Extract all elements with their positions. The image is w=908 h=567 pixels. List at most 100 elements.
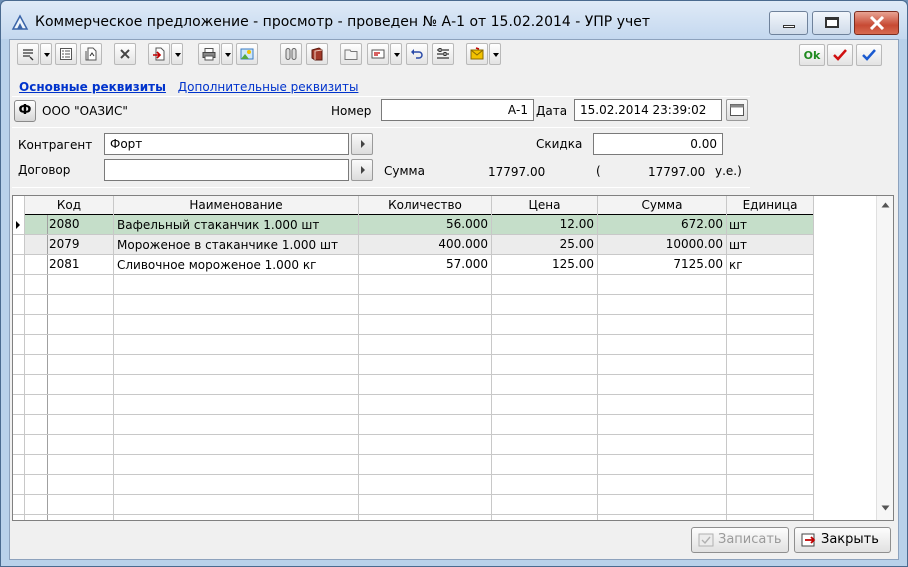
preview-button[interactable] [236, 43, 258, 65]
blue-check-icon [862, 49, 876, 61]
grid-row-line [13, 294, 813, 295]
cell-sum: 672.00 [681, 217, 723, 231]
grid-col-line [113, 196, 114, 520]
tab-extra-details[interactable]: Дополнительные реквизиты [178, 80, 359, 94]
chevron-down-icon [394, 53, 400, 57]
discount-label: Скидка [536, 137, 583, 151]
journal-button[interactable] [55, 43, 77, 65]
contract-select-button[interactable] [351, 159, 373, 181]
list-menu-icon [23, 49, 34, 61]
delete-icon [120, 49, 130, 59]
document-form: Ok Основные реквизиты Дополнительные рек… [9, 39, 899, 560]
chevron-down-icon [175, 53, 181, 57]
cell-code: 2080 [49, 217, 80, 231]
delete-button[interactable] [114, 43, 136, 65]
enter-doc-icon [153, 47, 165, 61]
post-button[interactable] [827, 44, 853, 66]
send-dropdown[interactable] [489, 43, 501, 65]
red-check-icon [833, 49, 847, 61]
send-button[interactable] [466, 43, 488, 65]
card-dropdown[interactable] [390, 43, 402, 65]
copy-button[interactable] [80, 43, 102, 65]
card-icon [371, 49, 385, 59]
maximize-button[interactable] [812, 11, 851, 35]
title-bar[interactable]: Коммерческое предложение - просмотр - пр… [1, 1, 907, 39]
sum-label: Сумма [384, 164, 425, 178]
date-picker-button[interactable] [726, 99, 748, 121]
document-window: Коммерческое предложение - просмотр - пр… [0, 0, 908, 567]
folder-button[interactable] [340, 43, 362, 65]
chevron-down-icon [44, 53, 50, 57]
actions-dropdown[interactable] [40, 43, 52, 65]
column-header-name[interactable]: Наименование [114, 196, 358, 214]
enter-on-basis-button[interactable] [148, 43, 170, 65]
toolbar: Ok [10, 40, 898, 70]
column-header-price[interactable]: Цена [492, 196, 597, 214]
exit-icon [801, 533, 816, 547]
divider [12, 127, 750, 128]
structure-button[interactable] [280, 43, 302, 65]
cell-qty: 56.000 [446, 217, 488, 231]
print-dropdown[interactable] [221, 43, 233, 65]
save-label: Записать [718, 532, 782, 547]
grid-row-line [13, 394, 813, 395]
tab-strip: Основные реквизиты Дополнительные реквиз… [19, 80, 358, 94]
unpost-button[interactable] [856, 44, 882, 66]
contract-label: Договор [18, 163, 71, 177]
column-header-unit[interactable]: Единица [727, 196, 813, 214]
goods-table[interactable]: Код Наименование Количество Цена Сумма Е… [12, 195, 894, 521]
cell-sum: 10000.00 [665, 237, 723, 251]
settings-button[interactable] [432, 43, 454, 65]
column-header-qty[interactable]: Количество [359, 196, 491, 214]
sum-ue-value: 17797.00 [648, 165, 706, 179]
grid-row-line [13, 334, 813, 335]
close-button[interactable]: Закрыть [794, 527, 891, 553]
minimize-icon [783, 25, 795, 28]
date-field[interactable]: 15.02.2014 23:39:02 [574, 99, 722, 121]
grid-row-line [13, 374, 813, 375]
contractor-field[interactable]: Форт [104, 133, 349, 155]
card-button[interactable] [367, 43, 389, 65]
number-field[interactable]: А-1 [381, 99, 534, 121]
contract-field[interactable] [104, 159, 349, 181]
actions-button[interactable] [17, 43, 39, 65]
copy-doc-icon [85, 47, 97, 61]
grid-row-line [13, 314, 813, 315]
cell-qty: 57.000 [446, 257, 488, 271]
cell-name: Мороженое в стаканчике 1.000 шт [117, 238, 338, 252]
print-button[interactable] [198, 43, 220, 65]
column-header-sum[interactable]: Сумма [598, 196, 726, 214]
grid-col-line [24, 196, 25, 520]
vertical-scrollbar[interactable] [876, 196, 893, 520]
column-header-code[interactable]: Код [25, 196, 113, 214]
scroll-up-icon [881, 202, 890, 208]
grid-row-line [13, 414, 813, 415]
grid-row-line [13, 494, 813, 495]
tab-main-details[interactable]: Основные реквизиты [19, 80, 166, 94]
firm-button[interactable]: Ф [14, 100, 36, 122]
close-window-button[interactable] [854, 11, 899, 35]
undo-button[interactable] [406, 43, 428, 65]
divider [12, 96, 750, 97]
book-icon [311, 47, 323, 61]
structure-icon [285, 48, 297, 60]
grid-col-line [726, 196, 727, 520]
contractor-label: Контрагент [18, 138, 93, 152]
image-preview-icon [240, 48, 254, 60]
contractor-select-button[interactable] [351, 133, 373, 155]
grid-row-line [13, 454, 813, 455]
journal-icon [60, 48, 72, 60]
cell-qty: 400.000 [438, 237, 488, 251]
scroll-down-icon [881, 505, 890, 511]
app-icon [11, 14, 29, 30]
sum-ue-open: ( [596, 164, 601, 178]
cell-price: 25.00 [559, 237, 594, 251]
discount-field[interactable]: 0.00 [593, 133, 723, 155]
grid-col-line [813, 196, 814, 520]
enter-on-basis-dropdown[interactable] [171, 43, 183, 65]
cell-name: Сливочное мороженое 1.000 кг [117, 258, 317, 272]
minimize-button[interactable] [769, 11, 808, 35]
ok-button[interactable]: Ok [799, 44, 825, 66]
book-button[interactable] [306, 43, 328, 65]
save-button[interactable]: Записать [691, 527, 789, 553]
